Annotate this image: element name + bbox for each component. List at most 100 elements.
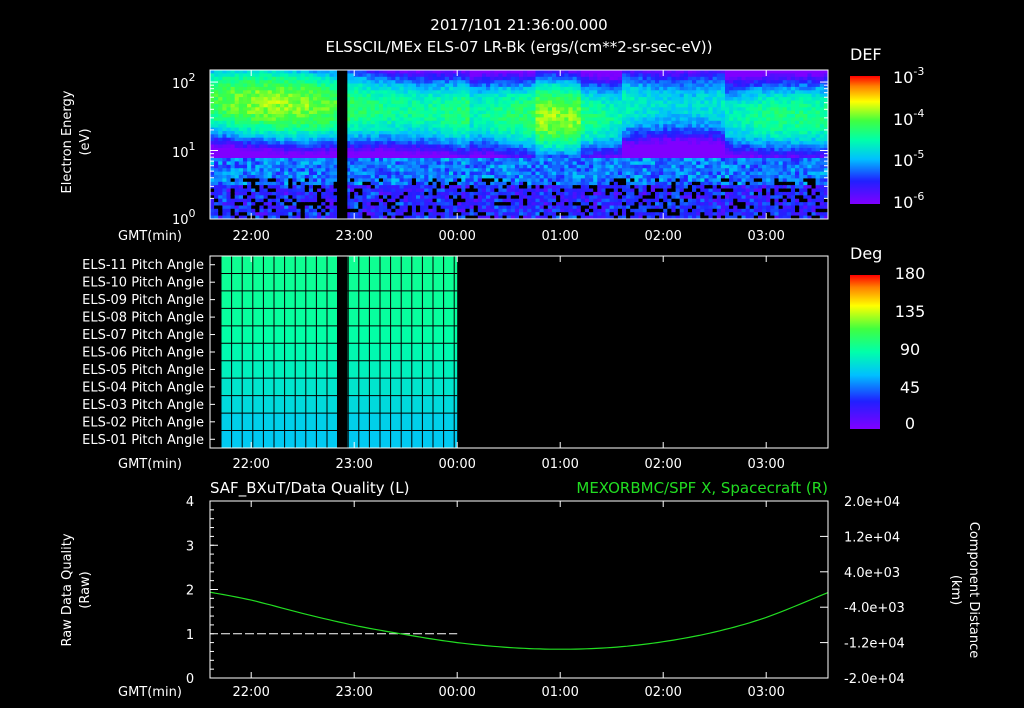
spectrogram-cell	[395, 178, 401, 183]
energy-spectrogram	[210, 70, 828, 219]
spectrogram-cell	[498, 198, 504, 203]
spectrogram-cell	[313, 191, 318, 196]
spectrogram-cell	[552, 178, 557, 183]
spectrogram-cell	[432, 191, 438, 196]
spectrogram-cell	[271, 147, 277, 152]
spectrogram-cell	[449, 178, 454, 183]
spectrogram-cell	[395, 191, 401, 196]
spectrogram-cell	[642, 168, 648, 173]
spectrogram-cell	[354, 212, 359, 217]
spectrogram-cell	[580, 161, 586, 166]
spectrogram-cell	[436, 212, 442, 217]
spectrogram-cell	[498, 161, 504, 166]
spectrogram-cell	[284, 191, 289, 196]
spectrogram-cell	[358, 161, 363, 166]
spectrogram-cell	[498, 168, 504, 173]
spectrogram-cell	[432, 178, 438, 183]
spectrogram-cell	[271, 161, 277, 166]
spectrogram-cell	[230, 191, 236, 196]
spectrogram-cell	[634, 147, 640, 152]
spectrogram-cell	[626, 191, 631, 196]
spectrogram-cell	[362, 161, 368, 166]
spectrogram-cell	[251, 147, 256, 152]
spectrogram-cell	[308, 178, 314, 183]
spectrogram-cell	[300, 147, 306, 152]
spectrogram-cell	[593, 191, 598, 196]
spectrogram-cell	[222, 147, 228, 152]
spectrogram-cell	[543, 161, 549, 166]
spectrogram-cell	[370, 147, 376, 152]
spectrogram-cell	[576, 191, 582, 196]
spectrogram-cell	[449, 161, 454, 166]
spectrogram-cell	[403, 137, 409, 142]
spectrogram-cell	[659, 168, 664, 173]
spectrogram-cell	[395, 147, 401, 152]
spectrogram-cell	[543, 178, 549, 183]
spectrogram-cell	[617, 161, 623, 166]
spectrogram-cell	[560, 161, 565, 166]
spectrogram-cell	[465, 191, 471, 196]
spectrogram-cell	[552, 168, 557, 173]
spectrogram-cell	[378, 198, 384, 203]
spectrogram-cell	[486, 137, 491, 142]
spectrogram-cell	[502, 147, 508, 152]
spectrogram-cell	[457, 168, 462, 173]
spectrogram-cell	[317, 161, 322, 166]
spectrogram-cell	[399, 212, 405, 217]
spectrogram-cell	[440, 147, 446, 152]
spectrogram-cell	[428, 198, 434, 203]
spectrogram-cell	[444, 147, 450, 152]
spectrogram-cell	[655, 198, 660, 203]
spectrogram-cell	[667, 161, 672, 166]
spectrogram-cell	[506, 178, 512, 183]
spectrogram-cell	[210, 178, 215, 183]
spectrogram-cell	[617, 198, 623, 203]
spectrogram-cell	[238, 212, 244, 217]
spectrogram-cell	[671, 161, 677, 166]
spectrogram-cell	[288, 147, 293, 152]
spectrogram-cell	[539, 168, 545, 173]
spectrogram-cell	[609, 168, 615, 173]
spectrogram-cell	[539, 198, 545, 203]
spectrogram-cell	[519, 137, 524, 142]
spectrogram-cell	[226, 147, 232, 152]
spectrogram-cell	[659, 178, 664, 183]
spectrogram-cell	[514, 178, 520, 183]
spectrogram-cell	[510, 198, 516, 203]
spectrogram-cell	[564, 178, 569, 183]
spectrogram-cell	[329, 147, 335, 152]
spectrogram-cell	[477, 178, 483, 183]
spectrogram-cell	[630, 198, 635, 203]
spectrogram-cell	[230, 168, 236, 173]
spectrogram-cell	[218, 168, 223, 173]
spectrogram-cell	[362, 137, 368, 142]
spectrogram-cell	[440, 191, 446, 196]
spectrogram-cell	[280, 178, 285, 183]
spectrogram-cell	[313, 198, 318, 203]
spectrogram-cell	[444, 198, 450, 203]
spectrogram-cell	[617, 212, 623, 217]
spectrogram-cell	[263, 168, 269, 173]
spectrogram-cell	[222, 198, 228, 203]
spectrogram-cell	[556, 161, 561, 166]
spectrogram-cell	[477, 147, 483, 152]
spectrogram-cell	[465, 198, 471, 203]
spectrogram-cell	[671, 212, 677, 217]
spectrogram-cell	[210, 137, 215, 142]
spectrogram-cell	[626, 147, 631, 152]
spectrogram-cell	[523, 161, 528, 166]
spectrogram-cell	[267, 161, 273, 166]
spectrogram-cell	[453, 178, 458, 183]
spectrogram-cell	[436, 161, 442, 166]
spectrogram-cell	[593, 178, 598, 183]
spectrogram-cell	[292, 212, 298, 217]
spectrogram-cell	[622, 198, 627, 203]
spectrogram-cell	[613, 137, 619, 142]
spectrogram-cell	[630, 191, 635, 196]
spectrogram-cell	[535, 191, 541, 196]
spectrogram-cell	[535, 212, 541, 217]
spectrogram-cell	[481, 168, 487, 173]
spectrogram-cell	[642, 198, 648, 203]
spectrogram-cell	[383, 191, 388, 196]
spectrogram-cell	[370, 168, 376, 173]
